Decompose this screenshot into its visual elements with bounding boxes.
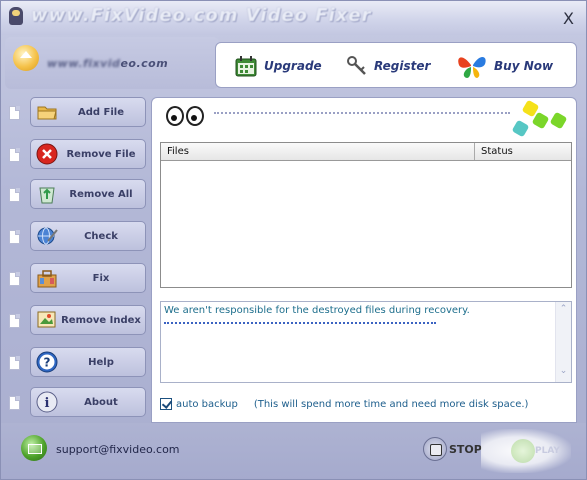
action-panel: Upgrade Register Buy Now — [215, 42, 577, 88]
calendar-upgrade-icon — [235, 56, 257, 77]
main-panel: Files Status We aren't responsible for t… — [151, 97, 577, 423]
register-button[interactable]: Register — [346, 51, 430, 81]
eyes-icon — [166, 106, 206, 126]
log-box[interactable]: We aren't responsible for the destroyed … — [160, 301, 572, 383]
check-label: Check — [84, 230, 118, 242]
left-eye — [166, 106, 184, 126]
app-window: www.FixVideo.com Video Fixer X www.fixvi… — [0, 0, 587, 480]
help-button[interactable]: ? Help — [30, 347, 146, 377]
register-label: Register — [374, 59, 431, 73]
remove-file-label: Remove File — [66, 148, 136, 160]
window-title: www.FixVideo.com Video Fixer — [31, 5, 372, 26]
hex-green-2 — [549, 111, 568, 130]
column-header-status[interactable]: Status — [475, 143, 571, 160]
email-icon[interactable] — [21, 435, 47, 461]
play-icon — [511, 439, 535, 463]
log-underline — [164, 322, 436, 324]
buy-now-label: Buy Now — [494, 59, 554, 73]
stop-icon — [423, 437, 447, 461]
globe-check-icon — [37, 227, 58, 245]
remove-all-label: Remove All — [69, 188, 133, 200]
file-table[interactable]: Files Status — [160, 142, 572, 288]
auto-backup-checkbox[interactable] — [160, 398, 172, 410]
play-button[interactable]: PLAY — [481, 429, 571, 473]
menu-item-fix: Fix — [1, 263, 149, 297]
column-header-files[interactable]: Files — [161, 143, 475, 160]
log-message: We aren't responsible for the destroyed … — [164, 305, 470, 316]
fix-button[interactable]: Fix — [30, 263, 146, 293]
auto-backup-note: (This will spend more time and need more… — [253, 398, 529, 410]
question-icon: ? — [36, 351, 58, 373]
svg-text:?: ? — [44, 356, 51, 370]
key-icon — [347, 56, 366, 75]
page-marker-icon — [9, 396, 20, 410]
stop-label: STOP — [449, 442, 482, 456]
menu-item-about: i About — [1, 387, 149, 421]
about-button[interactable]: i About — [30, 387, 146, 417]
page-marker-icon — [9, 188, 20, 202]
support-email[interactable]: support@fixvideo.com — [56, 443, 180, 456]
add-file-label: Add File — [77, 106, 124, 118]
play-label: PLAY — [535, 446, 560, 456]
close-button[interactable]: X — [563, 9, 574, 28]
app-icon — [9, 7, 23, 25]
help-label: Help — [88, 356, 114, 368]
toolbox-icon — [37, 270, 57, 288]
remove-x-icon — [36, 143, 58, 165]
menu-item-help: ? Help — [1, 347, 149, 381]
menu-item-remove-all: Remove All — [1, 179, 149, 213]
add-file-button[interactable]: Add File — [30, 97, 146, 127]
auto-backup-option: auto backup (This will spend more time a… — [160, 398, 528, 410]
log-scrollbar[interactable]: ⌃ ⌄ — [555, 302, 571, 382]
upgrade-button[interactable]: Upgrade — [234, 51, 322, 81]
folder-icon — [37, 106, 57, 120]
footer-bar: support@fixvideo.com STOP PLAY — [1, 423, 586, 479]
auto-backup-label[interactable]: auto backup — [176, 399, 238, 410]
home-icon[interactable] — [13, 45, 39, 71]
title-bar[interactable]: www.FixVideo.com Video Fixer X — [1, 1, 586, 35]
scroll-down-icon[interactable]: ⌄ — [558, 366, 569, 380]
remove-all-button[interactable]: Remove All — [30, 179, 146, 209]
check-button[interactable]: Check — [30, 221, 146, 251]
info-icon: i — [36, 391, 58, 413]
recycle-bin-icon — [39, 187, 55, 204]
butterfly-icon — [458, 56, 486, 78]
remove-index-button[interactable]: Remove Index — [30, 305, 146, 335]
menu-item-check: Check — [1, 221, 149, 255]
table-header: Files Status — [161, 143, 571, 161]
page-marker-icon — [9, 314, 20, 328]
hex-teal — [511, 119, 530, 138]
page-marker-icon — [9, 272, 20, 286]
about-label: About — [84, 396, 118, 408]
buy-now-button[interactable]: Buy Now — [456, 51, 553, 81]
dotted-divider — [214, 112, 510, 114]
remove-index-label: Remove Index — [61, 314, 141, 326]
hexagon-decoration-icon — [511, 99, 568, 140]
remove-file-button[interactable]: Remove File — [30, 139, 146, 169]
right-eye — [186, 106, 204, 126]
menu-item-add-file: Add File — [1, 97, 149, 131]
menu-item-remove-index: Remove Index — [1, 305, 149, 339]
site-url-tail: eo.com — [120, 57, 169, 70]
logo-strip: www.fixvideo.com — [5, 37, 219, 89]
site-url: www.fixvideo.com — [47, 57, 168, 70]
upgrade-label: Upgrade — [264, 59, 322, 73]
page-marker-icon — [9, 148, 20, 162]
page-marker-icon — [9, 356, 20, 370]
svg-text:i: i — [45, 396, 50, 411]
index-image-icon — [37, 311, 56, 328]
page-marker-icon — [9, 230, 20, 244]
stop-button[interactable]: STOP — [423, 437, 482, 461]
menu-item-remove-file: Remove File — [1, 139, 149, 173]
page-marker-icon — [9, 106, 20, 120]
scroll-up-icon[interactable]: ⌃ — [558, 304, 569, 318]
fix-label: Fix — [92, 272, 110, 284]
site-url-blurred: www.fixvid — [47, 57, 121, 70]
